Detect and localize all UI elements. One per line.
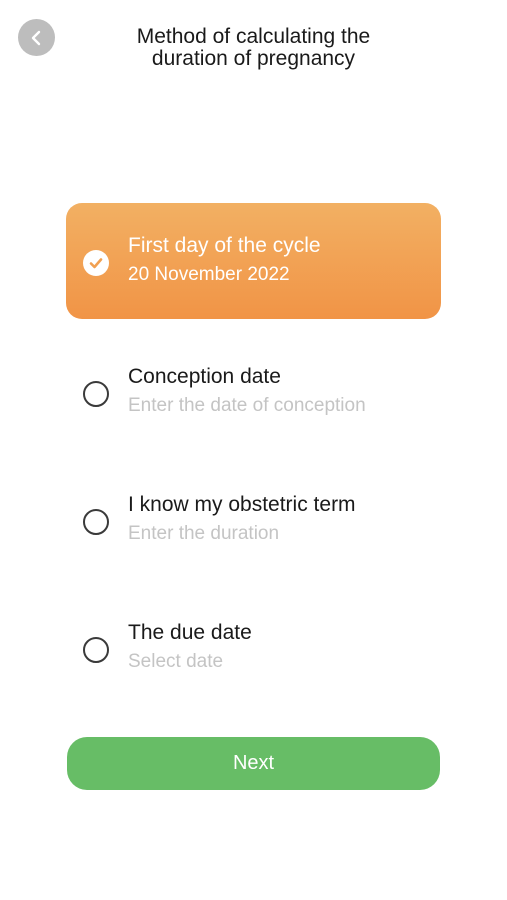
radio-unchecked[interactable] xyxy=(83,637,109,663)
radio-unchecked[interactable] xyxy=(83,509,109,535)
checkmark-icon xyxy=(89,258,103,269)
option-due-date[interactable]: The due date Select date xyxy=(66,590,441,706)
option-subtitle: Select date xyxy=(128,651,224,672)
option-first-day-of-cycle[interactable]: First day of the cycle 20 November 2022 xyxy=(66,203,441,319)
option-obstetric-term[interactable]: I know my obstetric term Enter the durat… xyxy=(66,462,441,578)
radio-unchecked[interactable] xyxy=(83,381,109,407)
screen: Method of calculating the duration of pr… xyxy=(0,0,507,900)
option-subtitle: Enter the date of conception xyxy=(128,395,366,416)
back-button[interactable] xyxy=(18,19,55,56)
option-title: The due date xyxy=(128,621,252,644)
option-title: I know my obstetric term xyxy=(128,493,356,516)
page-title: Method of calculating the duration of pr… xyxy=(136,25,371,70)
option-title: First day of the cycle xyxy=(128,234,321,257)
next-button[interactable]: Next xyxy=(67,737,440,790)
radio-checked[interactable] xyxy=(83,250,109,276)
option-subtitle: Enter the duration xyxy=(128,523,280,544)
option-conception-date[interactable]: Conception date Enter the date of concep… xyxy=(66,334,441,450)
chevron-left-icon xyxy=(31,30,40,45)
option-subtitle: 20 November 2022 xyxy=(128,264,290,285)
option-title: Conception date xyxy=(128,365,281,388)
